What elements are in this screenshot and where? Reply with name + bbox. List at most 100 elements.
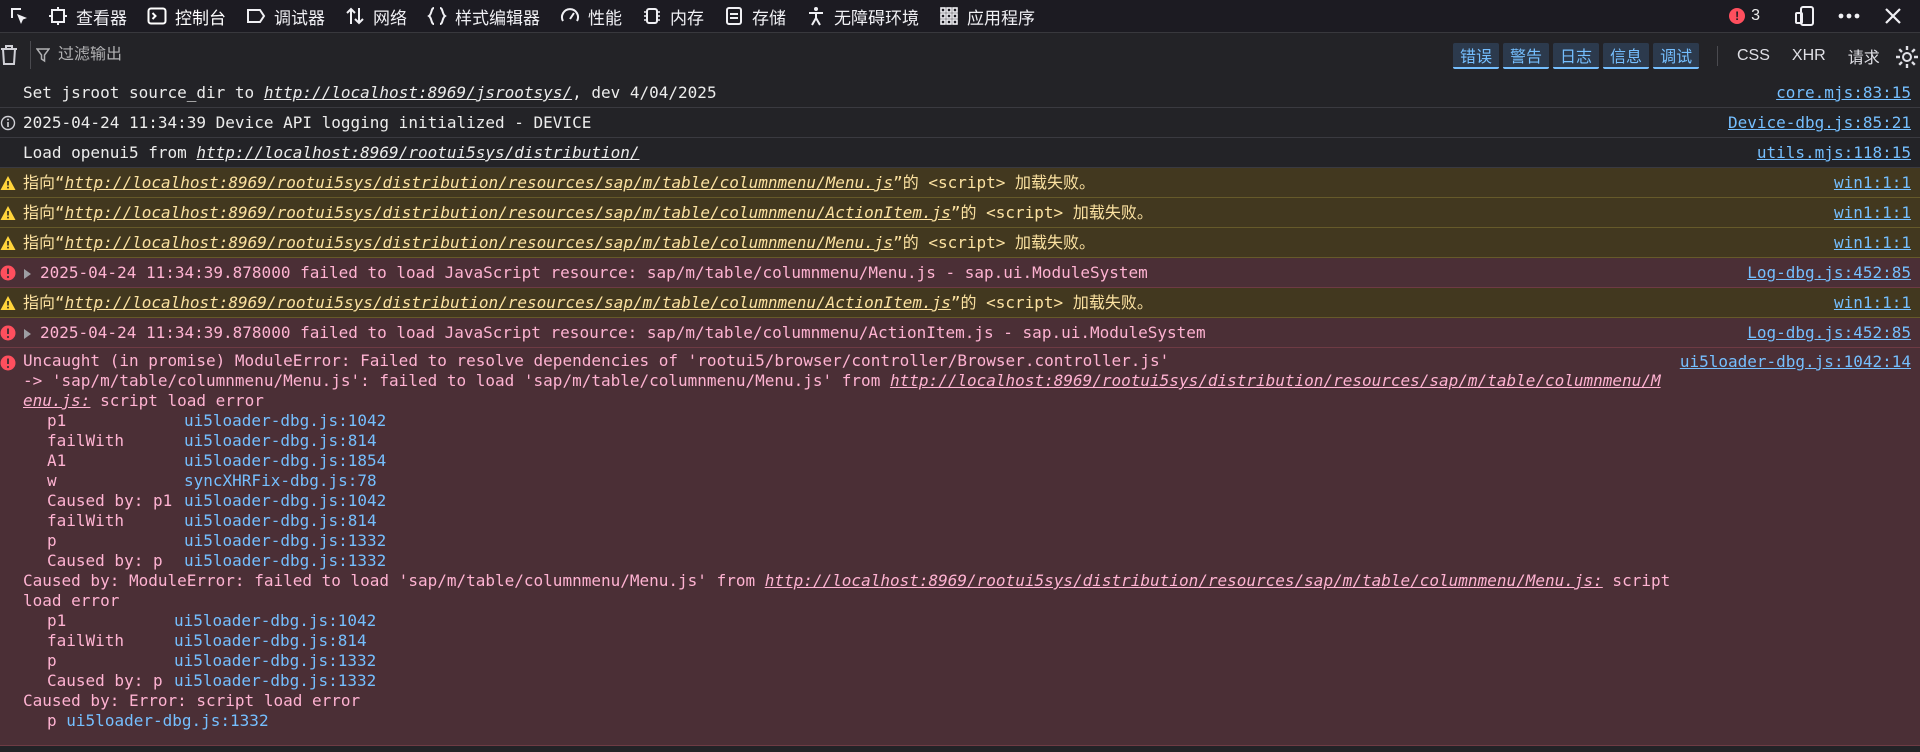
stack-frame-link[interactable]: syncXHRFix-dbg.js:78 [184,471,377,490]
divider [1717,46,1718,66]
source-location-link[interactable]: utils.mjs:118:15 [1757,138,1911,168]
message-link[interactable]: http://localhost:8969/rootui5sys/distrib… [65,173,893,192]
tab-storage[interactable]: 存储 [714,0,796,32]
source-location-link[interactable]: Device-dbg.js:85:21 [1728,108,1911,138]
stack-frame-link[interactable]: ui5loader-dbg.js:1854 [184,451,386,470]
error-message-line: Uncaught (in promise) ModuleError: Faile… [23,351,1170,370]
source-location-link[interactable]: Log-dbg.js:452:85 [1747,318,1911,348]
stack-frame: failWith ui5loader-dbg.js:814 [47,631,367,650]
stack-frame-link[interactable]: ui5loader-dbg.js:814 [184,431,377,450]
clear-console-button[interactable] [0,44,18,66]
tab-label: 性能 [588,8,622,28]
tab-label: 网络 [373,8,407,28]
filter-errors-button[interactable]: 错误 [1453,43,1500,69]
source-location-link[interactable]: win1:1:1 [1834,198,1911,228]
message-link[interactable]: http://localhost:8969/jsrootsys/ [264,83,572,102]
console-toolbar: 错误 警告 日志 信息 调试 CSS XHR 请求 [0,33,1920,79]
element-picker-icon [11,8,27,24]
message-text: 2025-04-24 11:34:39 Device API logging i… [23,113,592,132]
source-location-link[interactable]: win1:1:1 [1834,288,1911,318]
source-location-link[interactable]: win1:1:1 [1834,168,1911,198]
message-link[interactable]: http://localhost:8969/rootui5sys/distrib… [196,143,639,162]
tab-accessibility[interactable]: 无障碍环境 [796,0,929,32]
message-link[interactable]: http://localhost:8969/rootui5sys/distrib… [765,571,1603,590]
tab-inspector[interactable]: 查看器 [38,0,137,32]
console-error: 2025-04-24 11:34:39.878000 failed to loa… [0,318,1920,348]
stack-frame: A1 ui5loader-dbg.js:1854 [47,451,387,470]
message-link[interactable]: http://localhost:8969/rootui5sys/distrib… [65,203,951,222]
tab-console[interactable]: 控制台 [137,0,236,32]
tab-memory[interactable]: 内存 [632,0,714,32]
message-text: 指向“http://localhost:8969/rootui5sys/dist… [23,173,1096,192]
console-message: Load openui5 from http://localhost:8969/… [0,138,1920,168]
stack-frame: p ui5loader-dbg.js:1332 [47,531,387,550]
message-link[interactable]: http://localhost:8969/rootui5sys/distrib… [65,233,893,252]
stack-frame-link[interactable]: ui5loader-dbg.js:1042 [174,611,376,630]
stack-frame-link[interactable]: ui5loader-dbg.js:1042 [184,491,386,510]
console-warning: 指向“http://localhost:8969/rootui5sys/dist… [0,198,1920,228]
message-link[interactable]: http://localhost:8969/rootui5sys/distrib… [890,371,1661,390]
storage-icon [726,7,742,25]
stack-frame-link[interactable]: ui5loader-dbg.js:1332 [184,551,386,570]
filter-logs-button[interactable]: 日志 [1553,43,1600,69]
stack-frame-link[interactable]: ui5loader-dbg.js:1332 [66,711,268,730]
message-text: 2025-04-24 11:34:39.878000 failed to loa… [40,323,1206,342]
info-icon [0,115,16,131]
stack-frame-link[interactable]: ui5loader-dbg.js:1042 [184,411,386,430]
filter-requests-button[interactable]: 请求 [1848,44,1880,68]
error-count-button[interactable]: ! 3 [1729,7,1760,25]
debugger-icon [247,9,266,23]
tab-label: 内存 [670,8,704,28]
console-settings-button[interactable] [1895,45,1919,74]
expand-arrow-icon[interactable] [24,329,31,339]
filter-output-input[interactable] [58,46,308,64]
tab-performance[interactable]: 性能 [550,0,632,32]
tab-debugger[interactable]: 调试器 [236,0,335,32]
source-location-link[interactable]: ui5loader-dbg.js:1042:14 [1680,352,1911,372]
element-picker-button[interactable] [0,0,38,32]
tab-application[interactable]: 应用程序 [929,0,1045,32]
filter-info-button[interactable]: 信息 [1603,43,1650,69]
memory-icon [644,8,660,24]
devtools-tab-bar: 查看器 控制台 调试器 网络 样式编辑器 性能 内存 存储 无障碍环境 应用程序… [0,0,1920,33]
source-location-link[interactable]: win1:1:1 [1834,228,1911,258]
caused-by-line: load error [23,591,120,610]
responsive-design-button[interactable] [1786,0,1824,32]
error-count: 3 [1751,7,1760,24]
close-icon [1885,8,1901,24]
tab-label: 应用程序 [967,8,1035,28]
accessibility-icon [809,7,823,26]
stack-frame: w syncXHRFix-dbg.js:78 [47,471,377,490]
stack-frame-link[interactable]: ui5loader-dbg.js:1332 [184,531,386,550]
stack-frame-link[interactable]: ui5loader-dbg.js:1332 [174,651,376,670]
filter-css-button[interactable]: CSS [1737,47,1770,65]
error-message-line: enu.js: script load error [23,391,264,410]
responsive-design-icon [1795,6,1814,26]
more-icon [1838,13,1860,19]
source-location-link[interactable]: core.mjs:83:15 [1776,78,1911,108]
console-icon [147,7,167,25]
filter-warnings-button[interactable]: 警告 [1503,43,1550,69]
message-link[interactable]: http://localhost:8969/rootui5sys/distrib… [65,293,951,312]
stack-frame: p1 ui5loader-dbg.js:1042 [47,611,377,630]
close-devtools-button[interactable] [1874,0,1912,32]
stack-frame-link[interactable]: ui5loader-dbg.js:1332 [174,671,376,690]
more-options-button[interactable] [1830,0,1868,32]
filter-area [36,46,308,64]
tab-label: 样式编辑器 [455,8,540,28]
stack-frame: p ui5loader-dbg.js:1332 [47,711,269,730]
console-output[interactable]: Set jsroot source_dir to http://localhos… [0,78,1920,752]
expand-arrow-icon[interactable] [24,269,31,279]
message-text: 指向“http://localhost:8969/rootui5sys/dist… [23,233,1096,252]
filter-debug-button[interactable]: 调试 [1653,43,1700,69]
source-location-link[interactable]: Log-dbg.js:452:85 [1747,258,1911,288]
message-link[interactable]: enu.js: [23,391,90,410]
style-editor-icon [427,7,447,25]
stack-frame-link[interactable]: ui5loader-dbg.js:814 [184,511,377,530]
filter-xhr-button[interactable]: XHR [1792,47,1826,65]
console-warning: 指向“http://localhost:8969/rootui5sys/dist… [0,168,1920,198]
stack-frame-link[interactable]: ui5loader-dbg.js:814 [174,631,367,650]
tab-style-editor[interactable]: 样式编辑器 [417,0,550,32]
caused-by-line: Caused by: Error: script load error [23,691,361,710]
tab-network[interactable]: 网络 [335,0,417,32]
